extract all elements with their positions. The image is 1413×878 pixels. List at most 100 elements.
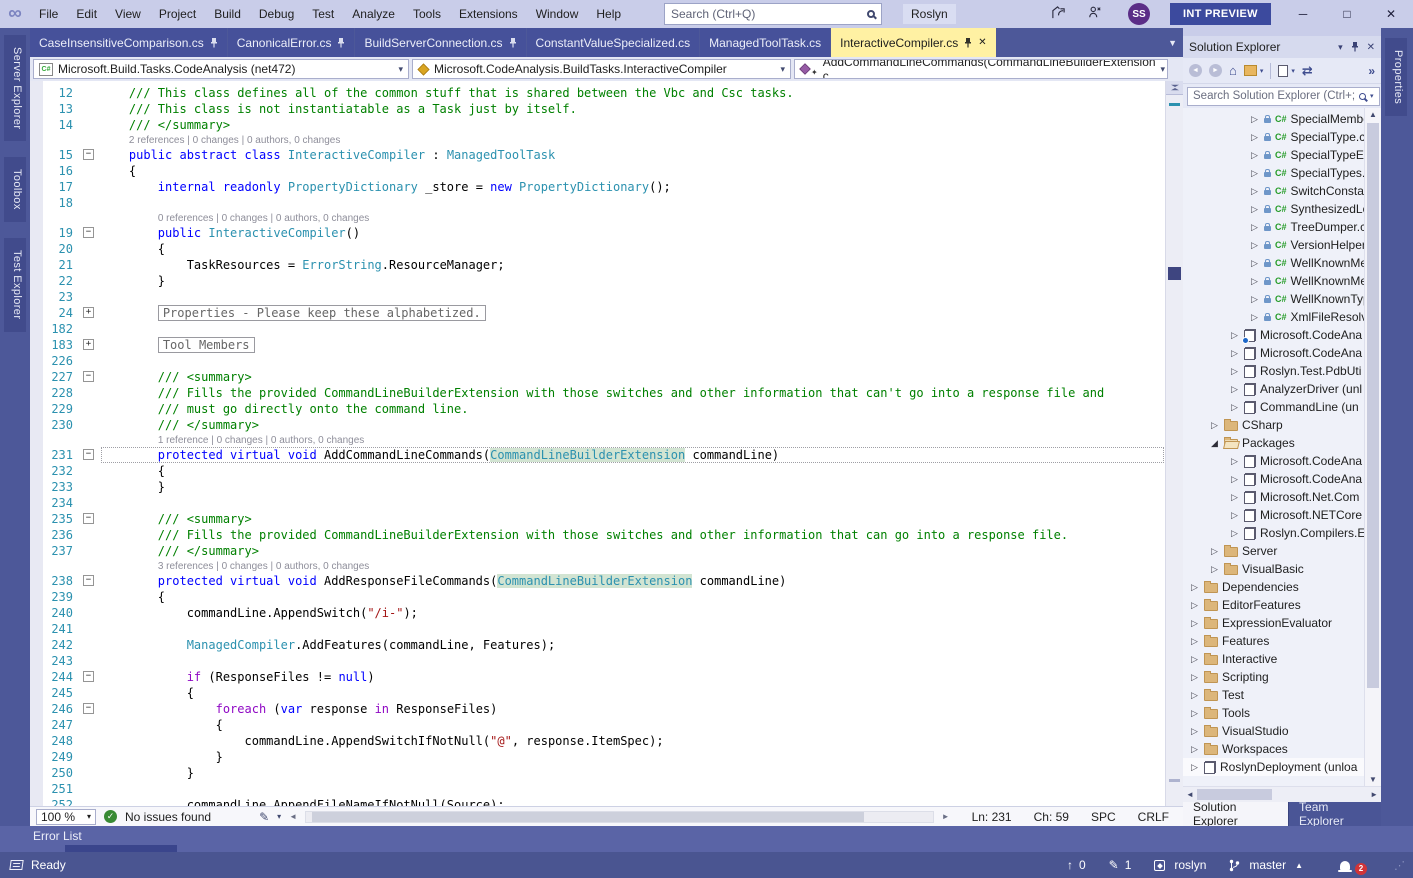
- code-line[interactable]: /// <summary>: [100, 511, 1165, 527]
- menu-item-test[interactable]: Test: [303, 0, 343, 28]
- code-line[interactable]: protected virtual void AddResponseFileCo…: [100, 573, 1165, 589]
- tree-item[interactable]: ▷AnalyzerDriver (unl: [1183, 380, 1364, 398]
- fold-toggle-icon[interactable]: −: [83, 703, 94, 714]
- outgoing-commits-count[interactable]: 0: [1079, 858, 1086, 872]
- document-tab[interactable]: InteractiveCompiler.cs✕: [831, 28, 995, 57]
- code-line[interactable]: /// </summary>: [100, 417, 1165, 433]
- breadcrumb-type-dropdown[interactable]: Microsoft.CodeAnalysis.BuildTasks.Intera…: [412, 59, 791, 79]
- expand-arrow-icon[interactable]: ▷: [1249, 258, 1260, 269]
- expand-arrow-icon[interactable]: ▷: [1229, 456, 1240, 467]
- spaces-indicator[interactable]: SPC: [1091, 810, 1116, 824]
- menu-item-window[interactable]: Window: [527, 0, 588, 28]
- pen-icon[interactable]: ✎: [259, 810, 269, 824]
- menu-item-build[interactable]: Build: [205, 0, 250, 28]
- expand-arrow-icon[interactable]: ▷: [1249, 294, 1260, 305]
- code-line[interactable]: /// must go directly onto the command li…: [100, 401, 1165, 417]
- code-line[interactable]: /// This class is not instantiatable as …: [100, 101, 1165, 117]
- expand-arrow-icon[interactable]: ▷: [1189, 582, 1200, 593]
- background-tasks-icon[interactable]: [9, 860, 23, 870]
- switch-views-button[interactable]: [1244, 65, 1257, 76]
- code-line[interactable]: public abstract class InteractiveCompile…: [100, 147, 1165, 163]
- tree-vscrollbar-thumb[interactable]: [1367, 123, 1379, 688]
- code-line[interactable]: /// This class defines all of the common…: [100, 85, 1165, 101]
- code-line[interactable]: {: [100, 163, 1165, 179]
- tree-item[interactable]: ▷C#SpecialType.cs: [1183, 128, 1364, 146]
- tree-item[interactable]: ▷C#SwitchConstant: [1183, 182, 1364, 200]
- code-line[interactable]: [100, 195, 1165, 211]
- editor-vscrollbar[interactable]: [1165, 81, 1183, 806]
- document-tab[interactable]: CanonicalError.cs: [228, 28, 355, 57]
- close-icon[interactable]: ✕: [1367, 42, 1375, 53]
- menu-item-tools[interactable]: Tools: [404, 0, 450, 28]
- code-line[interactable]: [100, 495, 1165, 511]
- tree-item[interactable]: ▷VisualStudio: [1183, 722, 1364, 740]
- expand-arrow-icon[interactable]: ▷: [1249, 204, 1260, 215]
- code-line[interactable]: [100, 353, 1165, 369]
- code-line[interactable]: Properties - Please keep these alphabeti…: [100, 305, 1165, 321]
- pin-icon[interactable]: [1351, 42, 1359, 52]
- tree-item[interactable]: ▷Scripting: [1183, 668, 1364, 686]
- menu-item-analyze[interactable]: Analyze: [343, 0, 404, 28]
- window-position-chevron-icon[interactable]: ▾: [1338, 42, 1343, 53]
- menu-item-help[interactable]: Help: [587, 0, 630, 28]
- side-tab-properties[interactable]: Properties: [1385, 38, 1407, 116]
- expand-arrow-icon[interactable]: ▷: [1189, 762, 1200, 773]
- expand-arrow-icon[interactable]: ▷: [1189, 672, 1200, 683]
- document-tab[interactable]: ConstantValueSpecialized.cs: [527, 28, 700, 57]
- menu-item-file[interactable]: File: [30, 0, 67, 28]
- editor-hscrollbar[interactable]: [305, 811, 934, 823]
- fold-toggle-icon[interactable]: −: [83, 513, 94, 524]
- code-line[interactable]: if (ResponseFiles != null): [100, 669, 1165, 685]
- expand-arrow-icon[interactable]: ▷: [1249, 150, 1260, 161]
- panel-tab-solution-explorer[interactable]: Solution Explorer: [1183, 802, 1288, 826]
- hscroll-left-icon[interactable]: ◄: [289, 812, 297, 821]
- tab-list-dropdown-icon[interactable]: ▼: [1168, 28, 1177, 57]
- code-line[interactable]: [100, 621, 1165, 637]
- tree-item[interactable]: ▷C#SpecialMember: [1183, 110, 1364, 128]
- scroll-left-icon[interactable]: ◄: [1186, 790, 1194, 799]
- tree-item[interactable]: ▷C#VersionHelper.c: [1183, 236, 1364, 254]
- expand-arrow-icon[interactable]: ◢: [1209, 438, 1220, 449]
- document-tab[interactable]: CaseInsensitiveComparison.cs: [30, 28, 227, 57]
- tab-close-icon[interactable]: ✕: [978, 37, 986, 48]
- tree-item[interactable]: ▷VisualBasic: [1183, 560, 1364, 578]
- expand-arrow-icon[interactable]: ▷: [1249, 114, 1260, 125]
- codelens-text[interactable]: 0 references | 0 changes | 0 authors, 0 …: [100, 212, 369, 225]
- code-line[interactable]: {: [100, 241, 1165, 257]
- tree-item[interactable]: ▷Microsoft.CodeAna: [1183, 344, 1364, 362]
- expand-arrow-icon[interactable]: ▷: [1189, 618, 1200, 629]
- scroll-up-icon[interactable]: ▲: [1365, 110, 1381, 119]
- expand-arrow-icon[interactable]: ▷: [1189, 600, 1200, 611]
- expand-arrow-icon[interactable]: ▷: [1229, 528, 1240, 539]
- resize-grip[interactable]: ⋰: [1394, 859, 1405, 872]
- scrollbar-splitter-handle[interactable]: [1166, 81, 1183, 95]
- fold-toggle-icon[interactable]: −: [83, 371, 94, 382]
- fold-toggle-icon[interactable]: −: [83, 149, 94, 160]
- tree-item[interactable]: ▷Microsoft.CodeAna: [1183, 470, 1364, 488]
- expand-arrow-icon[interactable]: ▷: [1189, 654, 1200, 665]
- expand-arrow-icon[interactable]: ▷: [1229, 348, 1240, 359]
- expand-arrow-icon[interactable]: ▷: [1189, 636, 1200, 647]
- code-line[interactable]: }: [100, 479, 1165, 495]
- codelens-text[interactable]: 3 references | 0 changes | 0 authors, 0 …: [100, 560, 369, 573]
- tab-pin-icon[interactable]: [964, 38, 972, 48]
- preview-channel-badge[interactable]: INT PREVIEW: [1170, 3, 1271, 25]
- code-line[interactable]: [100, 289, 1165, 305]
- editor-vscrollbar-thumb[interactable]: [1168, 267, 1181, 280]
- code-line[interactable]: {: [100, 717, 1165, 733]
- tree-item[interactable]: ▷C#XmlFileResolver: [1183, 308, 1364, 326]
- code-line[interactable]: /// Fills the provided CommandLineBuilde…: [100, 527, 1165, 543]
- minimize-button[interactable]: ─: [1281, 0, 1325, 28]
- editor-hscrollbar-thumb[interactable]: [312, 812, 863, 822]
- quick-search-input[interactable]: Search (Ctrl+Q): [664, 3, 882, 25]
- expand-arrow-icon[interactable]: ▷: [1229, 366, 1240, 377]
- tree-item[interactable]: ▷Dependencies: [1183, 578, 1364, 596]
- tree-item[interactable]: ▷EditorFeatures: [1183, 596, 1364, 614]
- menu-item-view[interactable]: View: [106, 0, 150, 28]
- expand-arrow-icon[interactable]: ▷: [1249, 240, 1260, 251]
- hscroll-right-icon[interactable]: ►: [942, 812, 950, 821]
- pending-edits-count[interactable]: 1: [1125, 858, 1132, 872]
- scroll-right-icon[interactable]: ►: [1370, 790, 1378, 799]
- tree-item[interactable]: ▷Tools: [1183, 704, 1364, 722]
- side-tab-test-explorer[interactable]: Test Explorer: [4, 238, 26, 331]
